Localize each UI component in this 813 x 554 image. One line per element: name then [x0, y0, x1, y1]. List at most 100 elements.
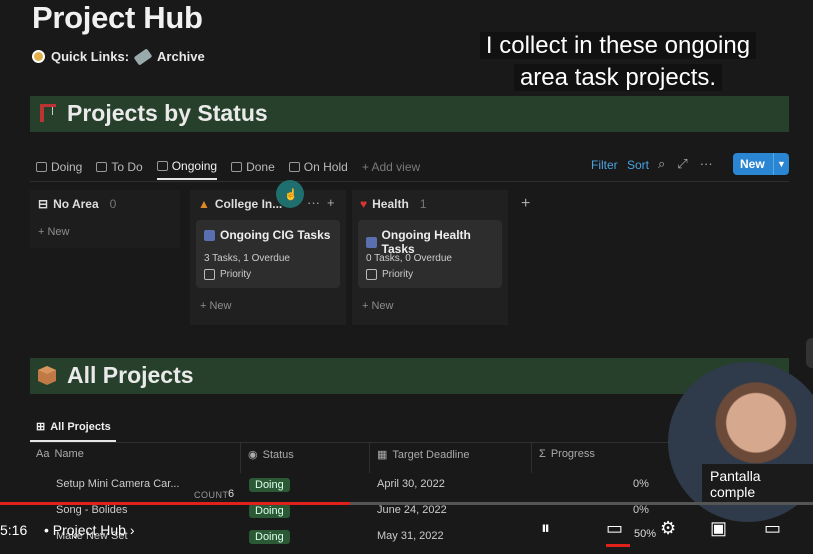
tab-done[interactable]: Done: [231, 154, 275, 180]
add-group-button[interactable]: +: [521, 195, 530, 213]
tab-label: On Hold: [303, 160, 348, 174]
new-button[interactable]: New ▼: [733, 153, 789, 175]
status-icon: ◉: [248, 449, 258, 461]
column-header: ⊟ No Area 0: [38, 197, 116, 211]
tab-ongoing[interactable]: Ongoing: [156, 154, 218, 180]
pause-icon[interactable]: ⏸: [541, 518, 550, 539]
settings-icon[interactable]: ⚙: [660, 518, 676, 539]
scroll-handle[interactable]: [806, 338, 813, 368]
current-time: 5:16: [0, 522, 28, 538]
status-section-title: Projects by Status: [67, 100, 268, 126]
page-title: Project Hub: [32, 0, 203, 35]
column-header-name[interactable]: Aa Name: [36, 448, 84, 460]
caption-line-1: I collect in these ongoing: [479, 32, 757, 59]
board-column-health: ♥ Health 1 Ongoing Health Tasks 0 Tasks,…: [352, 190, 508, 325]
more-icon[interactable]: ···: [307, 195, 320, 210]
chapter-label: Project Hub: [52, 522, 126, 538]
video-progress-fill: [0, 502, 350, 505]
new-button-label: New: [740, 157, 765, 171]
zoom-level: 50%: [634, 528, 657, 540]
tab-on-hold[interactable]: On Hold: [288, 154, 348, 180]
calendar-icon: ▦: [377, 449, 388, 461]
tab-to-do[interactable]: To Do: [96, 154, 143, 180]
progress-value: 0%: [633, 478, 649, 490]
board-icon: [36, 162, 47, 172]
theater-icon[interactable]: ▭: [764, 518, 781, 539]
add-icon[interactable]: +: [327, 195, 335, 210]
miniplayer-icon[interactable]: ▣: [710, 518, 727, 539]
status-badge: Doing: [249, 504, 290, 518]
crane-icon: [40, 104, 56, 122]
column-label: Status: [262, 448, 294, 461]
search-icon[interactable]: ⌕: [658, 156, 665, 172]
package-icon: [38, 366, 56, 385]
new-card-button[interactable]: + New: [38, 226, 70, 238]
count-label: COUNT: [194, 490, 229, 500]
column-count: 0: [109, 197, 117, 211]
sort-button[interactable]: Sort: [627, 158, 649, 172]
board-icon: [156, 161, 168, 171]
board-icon: [288, 162, 300, 172]
project-card[interactable]: Ongoing CIG Tasks 3 Tasks, 1 Overdue Pri…: [196, 220, 340, 288]
add-view-button[interactable]: + Add view: [362, 154, 420, 180]
table-row[interactable]: Setup Mini Camera Car... Doing April 30,…: [30, 473, 690, 499]
tab-label: + Add view: [361, 160, 421, 174]
status-section-banner: Projects by Status: [30, 96, 789, 132]
column-header-status[interactable]: ◉ Status: [248, 448, 294, 462]
new-card-button[interactable]: + New: [200, 300, 232, 312]
toolbar-icons: ⌕ ⤢ ···: [658, 156, 713, 172]
tab-all-projects[interactable]: ⊞ All Projects: [36, 420, 111, 434]
progress-value: 0%: [633, 504, 649, 516]
priority-label: Priority: [220, 269, 252, 280]
expand-icon[interactable]: ⤢: [677, 156, 687, 172]
campfire-icon: ▲: [198, 197, 210, 211]
priority-label: Priority: [382, 269, 414, 280]
column-label: Target Deadline: [392, 448, 470, 461]
project-name: Song - Bolides: [56, 504, 128, 516]
status-badge: Doing: [249, 478, 290, 492]
priority-checkbox[interactable]: [366, 269, 377, 280]
card-title: Ongoing CIG Tasks: [220, 228, 331, 242]
video-caption: I collect in these ongoing area task pro…: [456, 30, 780, 94]
tab-label: Done: [246, 160, 275, 174]
all-projects-banner: All Projects: [30, 358, 789, 394]
archive-link[interactable]: Archive: [157, 49, 205, 64]
new-card-button[interactable]: + New: [362, 300, 394, 312]
tab-doing[interactable]: Doing: [36, 154, 82, 180]
board-column-college: ▲ College In... ··· + Ongoing CIG Tasks …: [190, 190, 346, 325]
count-value: 6: [228, 488, 235, 500]
quick-links: Quick Links: Archive: [32, 47, 205, 66]
board-column-no-area: ⊟ No Area 0 + New: [30, 190, 180, 248]
card-summary: 0 Tasks, 0 Overdue: [366, 253, 452, 264]
column-count: 1: [419, 197, 427, 211]
tab-label: All Projects: [50, 420, 111, 433]
archive-icon: [133, 47, 153, 66]
table-icon: [231, 162, 243, 172]
chapter-title[interactable]: • Project Hub ›: [44, 522, 135, 538]
inbox-icon: ⊟: [38, 197, 49, 211]
column-name: College In...: [214, 197, 283, 211]
board-icon: [96, 162, 108, 172]
more-icon[interactable]: ···: [700, 156, 713, 172]
column-name: No Area: [53, 197, 99, 211]
subtitles-icon[interactable]: ▭: [606, 518, 623, 539]
mouse-cursor-highlight: ☝: [276, 180, 304, 208]
all-projects-title: All Projects: [67, 362, 194, 388]
column-header-deadline[interactable]: ▦ Target Deadline: [377, 448, 470, 462]
priority-checkbox[interactable]: [204, 269, 215, 280]
card-title: Ongoing Health Tasks: [381, 228, 471, 256]
chevron-down-icon[interactable]: ▼: [773, 153, 789, 175]
fullscreen-tooltip: Pantalla comple: [702, 464, 813, 504]
column-divider: [369, 443, 370, 473]
project-name: Setup Mini Camera Car...: [56, 478, 180, 490]
column-header-progress[interactable]: Σ Progress: [539, 448, 595, 460]
quick-links-label: Quick Links:: [51, 49, 130, 64]
deadline: May 31, 2022: [377, 530, 444, 542]
project-card[interactable]: Ongoing Health Tasks 0 Tasks, 0 Overdue …: [358, 220, 502, 288]
sum-icon: Σ: [539, 448, 546, 460]
heart-icon: ♥: [360, 197, 368, 211]
filter-button[interactable]: Filter: [591, 158, 618, 172]
compass-icon: [32, 50, 45, 63]
column-name: Health: [372, 197, 409, 211]
caption-line-2: area task projects.: [513, 64, 723, 91]
